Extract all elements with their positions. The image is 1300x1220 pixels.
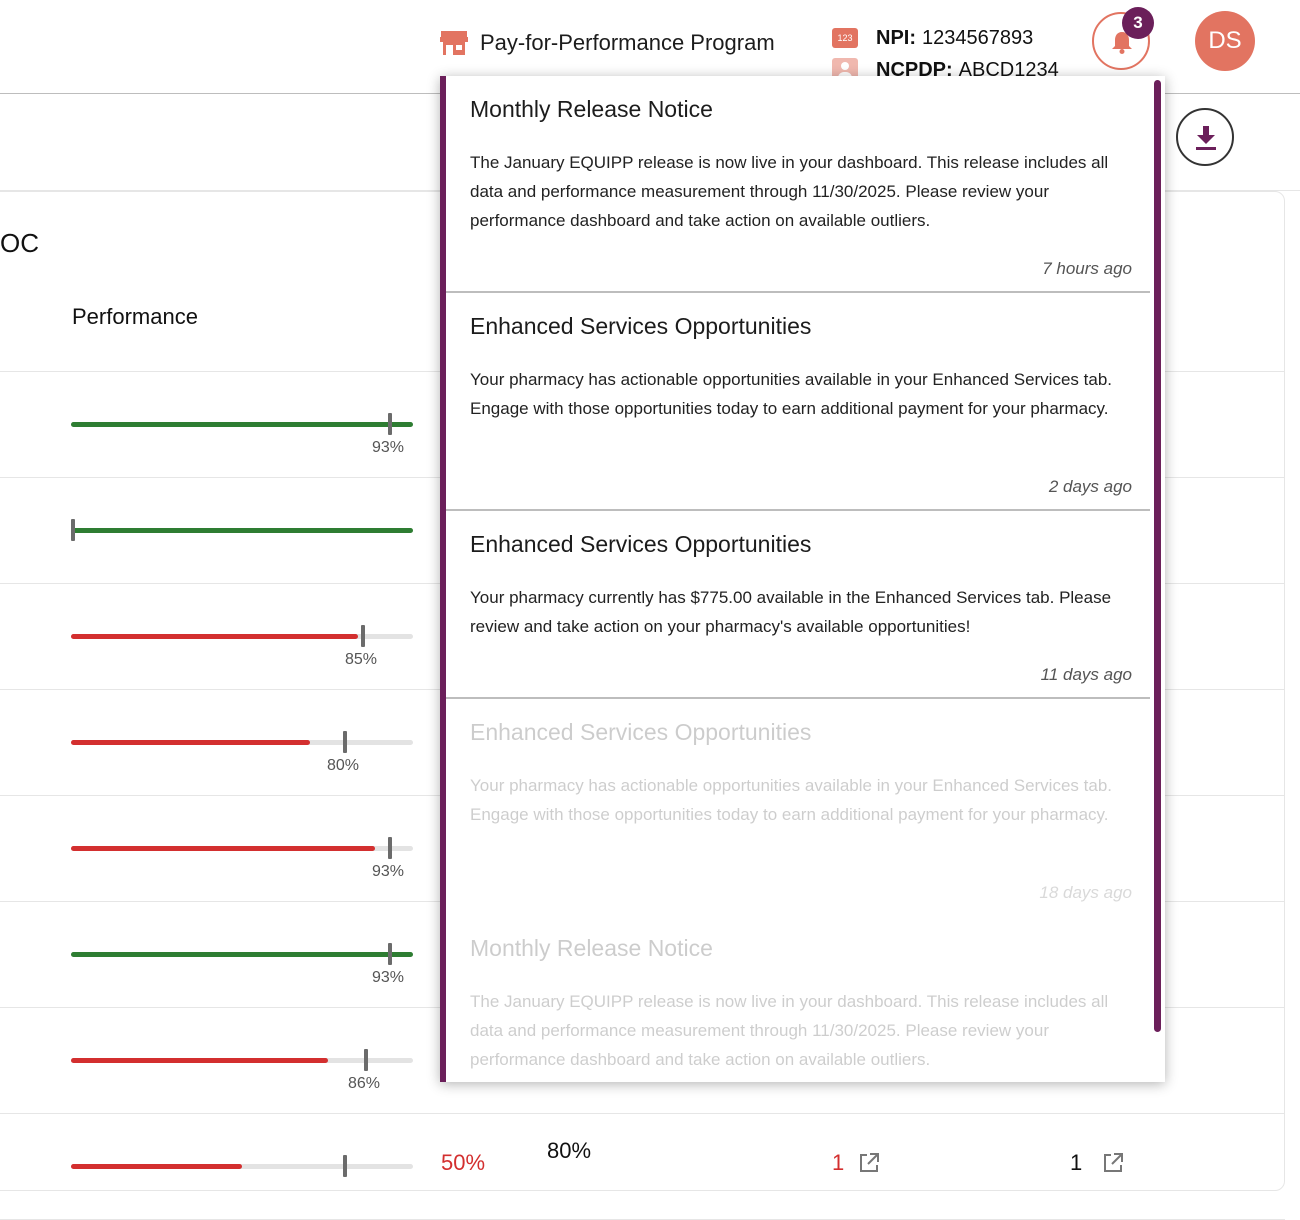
performance-bar-fill <box>71 846 376 851</box>
notification-count-badge: 3 <box>1122 7 1154 39</box>
notification-body: Your pharmacy has actionable opportuniti… <box>470 370 1112 418</box>
goal-marker-label: 80% <box>327 757 360 774</box>
notification-item[interactable]: Monthly Release Notice The January EQUIP… <box>446 917 1150 1082</box>
goal-marker-label: 86% <box>348 1075 381 1092</box>
performance-bar-fill <box>71 1164 242 1169</box>
notification-title: Enhanced Services Opportunities <box>470 531 812 557</box>
npi-label: NPI: <box>876 26 916 49</box>
performance-bar <box>71 528 413 533</box>
performance-bar <box>71 846 413 851</box>
goal-marker-label: 93% <box>372 863 405 880</box>
notification-body: Your pharmacy has actionable opportuniti… <box>470 776 1112 824</box>
performance-bar-fill <box>71 634 359 639</box>
goal-marker <box>388 413 392 435</box>
goal-marker <box>71 519 75 541</box>
npi-value: 1234567893 <box>922 26 1034 49</box>
performance-bar <box>71 422 413 427</box>
notification-item[interactable]: Enhanced Services Opportunities Your pha… <box>446 293 1150 511</box>
performance-bar <box>71 1058 413 1063</box>
notification-item[interactable]: Enhanced Services Opportunities Your pha… <box>446 699 1150 917</box>
row-divider <box>0 1113 1285 1114</box>
notification-title: Monthly Release Notice <box>470 935 713 961</box>
performance-bar <box>71 1164 413 1169</box>
goal-marker-label: 85% <box>345 651 378 668</box>
notification-time: 7 hours ago <box>1042 259 1132 278</box>
bottom-row-target: 80% <box>547 1138 592 1163</box>
notification-item[interactable]: Enhanced Services Opportunities Your pha… <box>446 511 1150 699</box>
goal-marker-label: 93% <box>372 439 405 456</box>
goal-marker-label: 93% <box>372 969 405 986</box>
performance-bar <box>71 740 413 745</box>
id-badge-icon: 123 <box>832 28 858 48</box>
notification-body: The January EQUIPP release is now live i… <box>470 153 1109 230</box>
notification-item[interactable]: Monthly Release Notice The January EQUIP… <box>446 76 1150 293</box>
card-title: OC <box>0 228 39 258</box>
performance-bar-fill <box>71 422 413 427</box>
external-link-icon[interactable] <box>858 1152 880 1174</box>
goal-marker <box>361 625 365 647</box>
program-header: Pay-for-Performance Program <box>440 30 775 56</box>
notification-body: Your pharmacy currently has $775.00 avai… <box>470 588 1112 636</box>
performance-bar <box>71 952 413 957</box>
download-button[interactable] <box>1176 108 1234 166</box>
goal-marker <box>343 731 347 753</box>
performance-bar-fill <box>71 740 311 745</box>
goal-marker <box>388 943 392 965</box>
notification-time: 11 days ago <box>1040 665 1132 684</box>
bottom-row-count-b[interactable]: 1 <box>1070 1150 1082 1176</box>
bottom-row-score: 50% <box>441 1150 486 1175</box>
notification-title: Enhanced Services Opportunities <box>470 313 812 339</box>
notifications-scrollbar[interactable] <box>1154 80 1161 1032</box>
notification-time: 2 days ago <box>1048 477 1132 496</box>
notification-title: Enhanced Services Opportunities <box>470 719 812 745</box>
performance-bar-fill <box>71 952 413 957</box>
bottom-row-count-a[interactable]: 1 <box>832 1150 844 1176</box>
notification-title: Monthly Release Notice <box>470 96 713 122</box>
external-link-icon[interactable] <box>1102 1152 1124 1174</box>
notification-time: 18 days ago <box>1039 883 1132 902</box>
goal-marker <box>364 1049 368 1071</box>
goal-marker <box>388 837 392 859</box>
performance-column-header: Performance <box>72 304 198 329</box>
storefront-icon <box>440 31 468 55</box>
notifications-panel[interactable]: Monthly Release Notice The January EQUIP… <box>440 76 1165 1082</box>
performance-bar-fill <box>71 528 413 533</box>
notification-body: The January EQUIPP release is now live i… <box>470 992 1109 1069</box>
download-icon <box>1196 126 1216 150</box>
program-title: Pay-for-Performance Program <box>480 30 775 55</box>
performance-bar-fill <box>71 1058 328 1063</box>
avatar[interactable]: DS <box>1195 11 1255 71</box>
